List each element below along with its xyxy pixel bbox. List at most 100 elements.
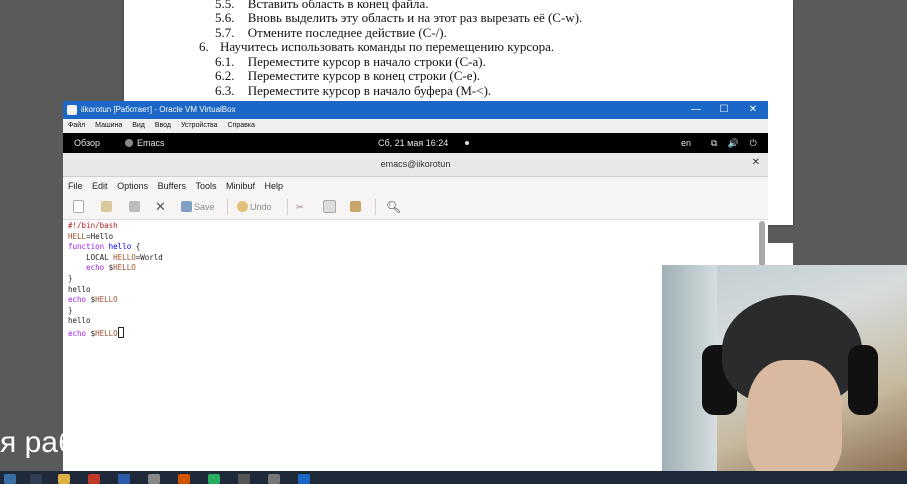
code-token: hello [68,316,91,326]
code-line: hello [68,285,163,296]
emacs-toolbar: ✕ Save Undo ✂ 🔍︎ [63,195,768,220]
kill-buffer-button[interactable]: ✕ [155,200,166,214]
toolbar-separator [375,199,376,215]
keyboard-layout-indicator[interactable]: en [681,133,691,153]
minimize-button[interactable]: — [682,101,710,119]
close-icon: ✕ [155,199,166,214]
maximize-button[interactable]: ☐ [710,101,738,119]
doc-line-number: 5.6. [215,10,235,25]
save-button[interactable]: Save [181,200,215,214]
vb-menu-help[interactable]: Справка [228,122,255,129]
save-icon [181,201,192,212]
new-file-icon [73,200,84,213]
doc-line-text: Научитесь использовать команды по переме… [220,39,555,54]
clock[interactable]: Сб, 21 мая 16:24 [378,133,448,153]
scrollbar[interactable] [759,221,765,267]
code-line: } [68,274,163,285]
paste-button[interactable] [350,200,363,214]
search-button[interactable]: 🔍︎ [386,200,401,214]
doc-line: 5.6. Вновь выделить эту область и на это… [215,10,582,26]
code-token: HELLO [95,295,118,305]
undo-button[interactable]: Undo [237,200,272,214]
background-document-fragment [768,243,793,265]
cut-button[interactable]: ✂ [296,200,304,214]
emacs-menubar: File Edit Options Buffers Tools Minibuf … [63,177,768,195]
code-token: =World [135,252,163,262]
app-menu-emacs[interactable]: Emacs [125,133,165,153]
code-token: LOCAL [86,252,114,262]
vb-menu-view[interactable]: Вид [132,122,145,129]
doc-line: 6. Научитесь использовать команды по пер… [199,39,554,55]
open-file-button[interactable] [101,200,114,214]
vb-menu-file[interactable]: Файл [68,122,85,129]
code-line: #!/bin/bash [68,221,163,232]
search-icon: 🔍︎ [386,200,402,214]
app-menu-label: Emacs [137,138,165,148]
copy-button[interactable] [323,200,338,214]
code-token: echo [86,263,105,273]
emacs-close-button[interactable]: ✕ [752,157,760,168]
code-token: =Hello [86,231,114,241]
person-face [747,360,842,471]
taskbar-app-icon[interactable] [148,474,160,484]
taskbar-app-icon[interactable] [208,474,220,484]
start-icon[interactable] [4,474,16,484]
code-token: HELLO [113,263,136,273]
code-token: hello [108,242,132,252]
taskbar-app-icon[interactable] [268,474,280,484]
menu-minibuf[interactable]: Minibuf [226,181,255,191]
close-window-button[interactable]: ✕ [739,101,767,119]
emacs-icon [125,139,133,147]
doc-line: 6.2. Переместите курсор в конец строки (… [215,68,480,84]
virtualbox-taskbar-icon[interactable] [298,474,310,484]
code-token: $ [86,328,96,338]
doc-line-text: Переместите курсор в начало строки (C-a)… [247,54,486,69]
disk-icon [129,201,140,212]
code-token: $ [104,263,114,273]
headset-right [848,345,878,415]
text-cursor [117,326,124,338]
taskbar-app-icon[interactable] [88,474,100,484]
menu-edit[interactable]: Edit [92,181,108,191]
word-taskbar-icon[interactable] [118,474,130,484]
gnome-top-bar: Обзор Emacs Сб, 21 мая 16:24 en ⧉ 🔊 ⏻ [63,133,768,153]
taskbar-app-icon[interactable] [178,474,190,484]
code-token: echo [68,295,87,305]
virtualbox-title: iikorotun [Работает] - Oracle VM Virtual… [81,105,236,114]
code-token: HELLO [113,252,136,262]
paste-icon [350,201,361,212]
vb-menu-devices[interactable]: Устройства [181,122,218,129]
doc-line-text: Отмените последнее действие (C-/). [247,25,447,40]
vb-menu-machine[interactable]: Машина [95,122,122,129]
notification-dot-icon [465,141,469,145]
toolbar-separator [227,199,228,215]
code-line: echo $HELLO [68,326,163,340]
menu-help[interactable]: Help [265,181,284,191]
save-label: Save [194,202,215,212]
code-line: echo $HELLO [68,263,163,274]
doc-line-text: Вновь выделить эту область и на этот раз… [247,10,583,25]
code-token: function [68,242,105,252]
menu-tools[interactable]: Tools [195,181,216,191]
emacs-headerbar: emacs@iikorotun ✕ [63,153,768,177]
taskbar-app-icon[interactable] [30,474,42,484]
code-token: } [68,273,73,283]
code-line: echo $HELLO [68,295,163,306]
code-editor[interactable]: #!/bin/bash HELL=Hello function hello { LO… [68,221,163,340]
activities-button[interactable]: Обзор [74,133,100,153]
menu-options[interactable]: Options [117,181,148,191]
webcam-overlay [662,265,907,471]
doc-line-number: 6. [199,39,209,54]
folder-taskbar-icon[interactable] [58,474,70,484]
taskbar-app-icon[interactable] [238,474,250,484]
host-taskbar [0,471,907,484]
virtualbox-menubar: Файл Машина Вид Ввод Устройства Справка [63,119,768,134]
vb-menu-input[interactable]: Ввод [155,122,171,129]
menu-buffers[interactable]: Buffers [158,181,186,191]
new-file-button[interactable] [73,200,86,214]
dired-button[interactable] [129,200,142,214]
system-menu-icons[interactable]: ⧉ 🔊 ⏻ [711,133,761,153]
menu-file[interactable]: File [68,181,83,191]
emacs-title: emacs@iikorotun [380,159,451,169]
